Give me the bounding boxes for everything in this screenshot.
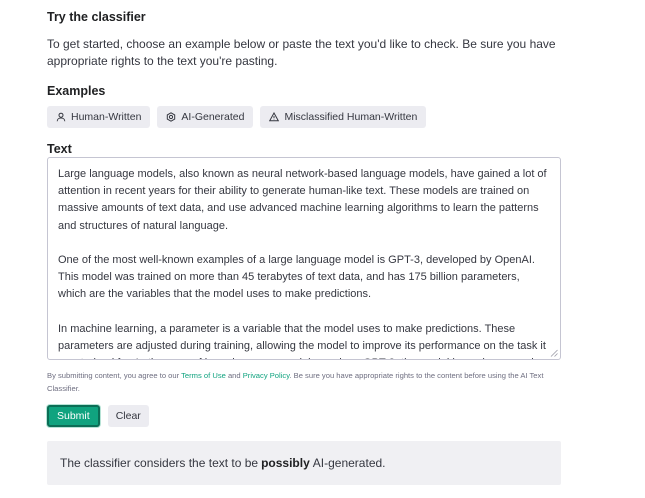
warning-icon <box>269 112 280 122</box>
person-icon <box>56 112 66 122</box>
submit-button[interactable]: Submit <box>47 405 100 427</box>
example-label: Misclassified Human-Written <box>284 111 418 123</box>
examples-title: Examples <box>47 84 106 98</box>
example-ai-generated-button[interactable]: AI-Generated <box>157 106 254 128</box>
openai-logo-icon <box>167 112 176 122</box>
terms-of-use-link[interactable]: Terms of Use <box>181 371 226 380</box>
clear-button[interactable]: Clear <box>107 405 149 427</box>
terms-notice-text: By submitting content, you agree to our <box>47 371 182 380</box>
result-text: AI-generated. <box>312 456 386 470</box>
text-paragraph: Large language models, also known as neu… <box>58 168 550 232</box>
example-label: AI-Generated <box>181 111 245 123</box>
examples-list: Human-Written AI-Generated Misclassified… <box>47 106 427 128</box>
text-paragraph: One of the most well-known examples of a… <box>58 254 538 301</box>
privacy-policy-link[interactable]: Privacy Policy <box>243 371 290 380</box>
intro-text: To get started, choose an example below … <box>47 37 556 68</box>
section-title: Try the classifier <box>47 10 146 24</box>
result-emphasis: possibly <box>261 456 310 470</box>
example-human-written-button[interactable]: Human-Written <box>47 106 151 128</box>
terms-notice-text: and <box>225 371 243 380</box>
resize-handle-icon[interactable] <box>550 349 558 357</box>
text-paragraph: In machine learning, a parameter is a va… <box>58 322 547 359</box>
result-text: The classifier considers the text to be <box>60 456 259 470</box>
example-misclassified-button[interactable]: Misclassified Human-Written <box>260 106 427 128</box>
terms-notice: By submitting content, you agree to our … <box>47 369 563 395</box>
example-label: Human-Written <box>71 111 142 123</box>
text-input[interactable]: Large language models, also known as neu… <box>47 157 561 360</box>
text-title: Text <box>47 142 72 156</box>
action-buttons: Submit Clear <box>47 405 149 427</box>
result-box: The classifier considers the text to be … <box>47 441 561 485</box>
